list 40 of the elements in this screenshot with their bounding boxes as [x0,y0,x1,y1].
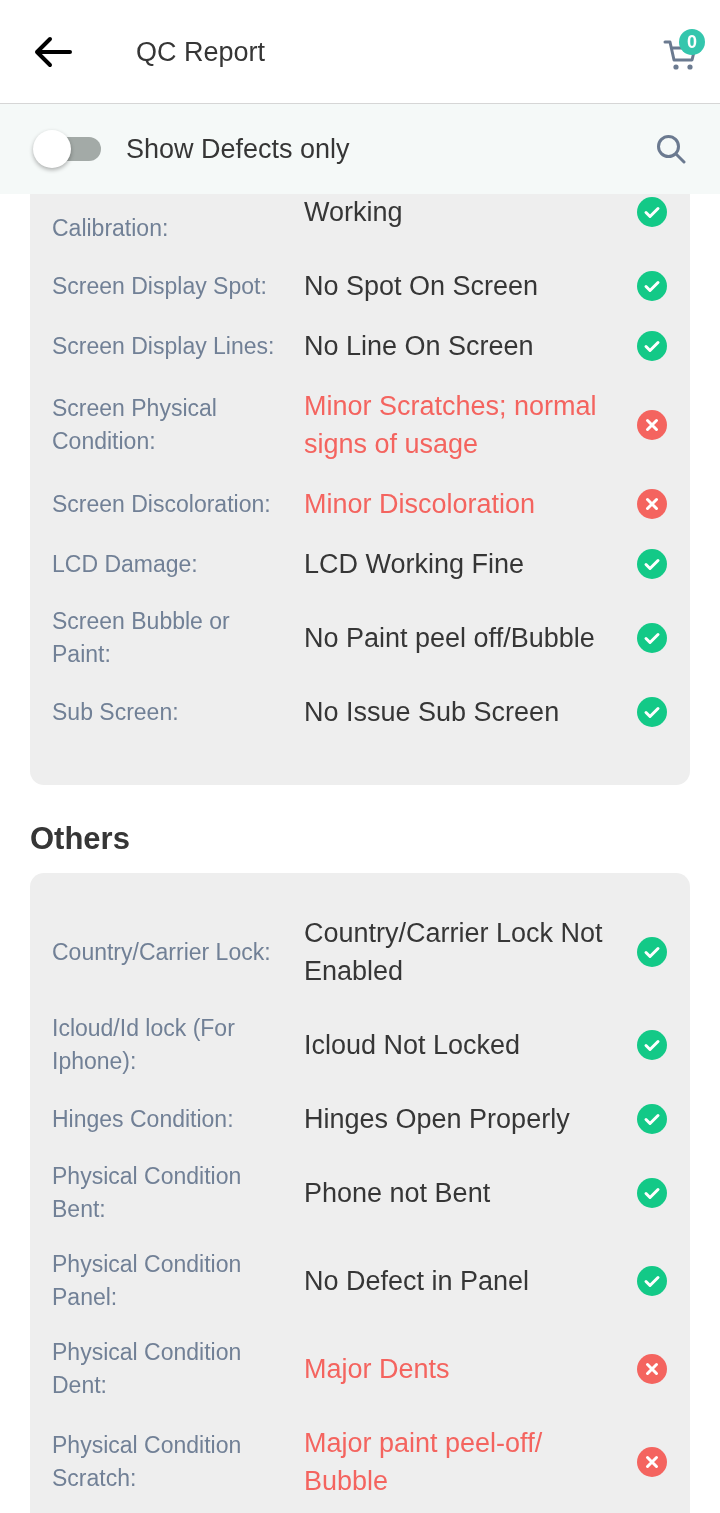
toggle-switch[interactable] [33,130,101,168]
check-result: No Defect in Panel [304,1265,531,1298]
check-result: Country/Carrier Lock Not Enabled [304,917,604,988]
check-result: No Spot On Screen [304,270,540,303]
section-heading: Others [30,821,131,857]
check-result: Phone not Bent [304,1177,492,1210]
check-result: Minor Discoloration [304,488,537,521]
check-result: Icloud Not Locked [304,1029,522,1062]
check-label: Sub Screen: [52,697,180,727]
check-result: No Line On Screen [304,330,535,363]
check-label: Hinges Condition: [52,1104,235,1134]
check-result: LCD Working Fine [304,548,526,581]
check-label: Country/Carrier Lock: [52,937,272,967]
check-label: Screen Discoloration: [52,489,272,519]
filter-label: Show Defects only [126,133,350,165]
check-label: Physical Condition Bent: [52,1162,243,1224]
check-result: Working [304,196,404,229]
cart-count-badge: 0 [679,28,705,55]
check-label: Icloud/Id lock (For Iphone): [52,1014,236,1076]
check-result: No Paint peel off/Bubble [304,622,596,655]
back-button[interactable] [32,35,72,68]
check-label: Screen Physical Condition: [52,394,218,456]
check-label: Physical Condition Dent: [52,1338,243,1400]
check-result: No Issue Sub Screen [304,696,561,729]
check-label: Physical Condition Scratch: [52,1431,243,1493]
cart-button[interactable]: 0 [663,28,705,71]
back-arrow-icon [32,35,72,68]
search-button[interactable] [656,134,686,164]
check-result: Major paint peel-off/Bubble [304,1427,544,1498]
check-result: Minor Scratches; normal signs of usage [304,390,598,461]
check-label: Screen Display Spot: [52,271,268,301]
check-label: Screen Display Lines: [52,331,276,361]
check-label: Calibration: [52,214,170,243]
check-result: Major Dents [304,1353,451,1386]
check-label: Physical Condition Panel: [52,1250,243,1312]
check-label: LCD Damage: [52,549,199,579]
page-title: QC Report [136,35,266,68]
check-label: Screen Bubble or Paint: [52,607,231,669]
check-result: Hinges Open Properly [304,1103,571,1136]
search-icon [656,134,686,164]
